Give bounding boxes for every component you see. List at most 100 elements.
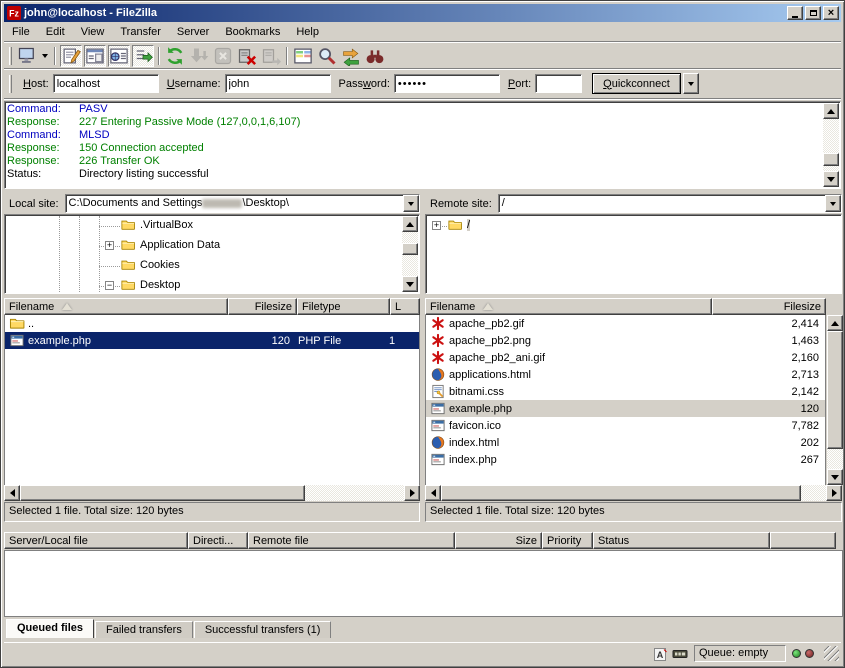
column-header-filename[interactable]: Filename <box>425 298 712 315</box>
remote-list-scrollbar[interactable] <box>827 315 843 485</box>
site-manager-button[interactable] <box>16 45 38 67</box>
tree-item--[interactable]: +/ <box>427 216 840 236</box>
file-row-example-php[interactable]: example.php120PHP File1 <box>5 332 419 349</box>
file-row-index-html[interactable]: index.html202 <box>426 434 825 451</box>
menu-server[interactable]: Server <box>169 24 217 40</box>
scroll-up-button[interactable] <box>823 103 839 119</box>
file-row-apache-pb2-gif[interactable]: apache_pb2.gif2,414 <box>426 315 825 332</box>
queue-body[interactable] <box>4 550 843 617</box>
queue-column-filler[interactable] <box>770 532 836 549</box>
scroll-right-button[interactable] <box>826 485 842 501</box>
file-row-favicon-ico[interactable]: favicon.ico7,782 <box>426 417 825 434</box>
local-site-dropdown-button[interactable] <box>403 195 419 212</box>
scrollbar-thumb[interactable] <box>823 153 839 166</box>
synchronized-browsing-button[interactable] <box>340 45 362 67</box>
tab-failed-transfers[interactable]: Failed transfers <box>95 621 193 638</box>
menu-view[interactable]: View <box>73 24 113 40</box>
toggle-transfer-queue-button[interactable] <box>132 45 154 67</box>
column-header-l[interactable]: L <box>390 298 420 315</box>
find-files-button[interactable] <box>364 45 386 67</box>
tree-item-label[interactable]: Cookies <box>140 259 180 271</box>
filezilla-window: Fz john@localhost - FileZilla × FileEdit… <box>0 0 845 668</box>
tree-item-label[interactable]: / <box>467 219 470 231</box>
maximize-button[interactable] <box>805 6 821 20</box>
toolbar-grip[interactable] <box>9 47 12 65</box>
file-row--[interactable]: .. <box>5 315 419 332</box>
collapse-icon[interactable]: − <box>105 281 114 290</box>
local-file-list: ..example.php120PHP File1 <box>4 315 420 485</box>
scrollbar-thumb[interactable] <box>441 485 801 501</box>
cell-name: index.php <box>426 451 711 468</box>
menu-bookmarks[interactable]: Bookmarks <box>217 24 288 40</box>
remote-site-dropdown-button[interactable] <box>825 195 841 212</box>
tree-item-application-data[interactable]: + Application Data <box>6 236 418 256</box>
directory-comparison-button[interactable] <box>292 45 314 67</box>
quickconnect-dropdown-button[interactable] <box>683 73 699 94</box>
scroll-up-button[interactable] <box>827 315 843 331</box>
refresh-button[interactable] <box>164 45 186 67</box>
expand-icon[interactable]: + <box>105 241 114 250</box>
username-input[interactable] <box>225 74 331 93</box>
local-site-combo[interactable]: C:\Documents and Settings\Desktop\ <box>65 194 420 213</box>
scrollbar-thumb[interactable] <box>20 485 305 501</box>
menu-transfer[interactable]: Transfer <box>112 24 169 40</box>
file-row-apache-pb2-ani-gif[interactable]: apache_pb2_ani.gif2,160 <box>426 349 825 366</box>
queue-column-size[interactable]: Size <box>455 532 542 549</box>
remote-site-combo[interactable]: / <box>498 194 842 213</box>
scroll-left-button[interactable] <box>4 485 20 501</box>
expand-icon[interactable]: + <box>432 221 441 230</box>
tab-successful-transfers-1-[interactable]: Successful transfers (1) <box>194 621 332 638</box>
file-row-bitnami-css[interactable]: bitnami.css2,142 <box>426 383 825 400</box>
file-row-apache-pb2-png[interactable]: apache_pb2.png1,463 <box>426 332 825 349</box>
message-log-scrollbar[interactable] <box>823 103 839 187</box>
port-input[interactable] <box>535 74 582 93</box>
column-header-filesize[interactable]: Filesize <box>712 298 826 315</box>
file-search-button[interactable] <box>316 45 338 67</box>
scrollbar-thumb[interactable] <box>827 331 843 449</box>
close-button[interactable]: × <box>823 6 839 20</box>
queue-column-server-local-file[interactable]: Server/Local file <box>4 532 188 549</box>
queue-column-status[interactable]: Status <box>593 532 770 549</box>
disconnect-button[interactable] <box>236 45 258 67</box>
queue-column-priority[interactable]: Priority <box>542 532 593 549</box>
queue-column-directi-[interactable]: Directi... <box>188 532 248 549</box>
toggle-remote-tree-button[interactable] <box>108 45 130 67</box>
resize-grip[interactable] <box>824 646 839 661</box>
file-row-example-php[interactable]: example.php120 <box>426 400 825 417</box>
quickconnect-button[interactable]: Quickconnect <box>592 73 681 94</box>
remote-list-hscrollbar[interactable] <box>425 485 842 501</box>
scroll-down-button[interactable] <box>402 276 418 292</box>
host-input[interactable] <box>53 74 159 93</box>
file-row-applications-html[interactable]: applications.html2,713 <box>426 366 825 383</box>
site-manager-dropdown[interactable] <box>39 45 51 67</box>
toggle-local-tree-button[interactable] <box>84 45 106 67</box>
tree-item-label[interactable]: .VirtualBox <box>140 219 193 231</box>
queue-column-remote-file[interactable]: Remote file <box>248 532 455 549</box>
local-tree-scrollbar[interactable] <box>402 216 418 292</box>
scrollbar-thumb[interactable] <box>402 243 418 255</box>
file-row-index-php[interactable]: index.php267 <box>426 451 825 468</box>
tree-item-label[interactable]: Application Data <box>140 239 220 251</box>
menu-file[interactable]: File <box>4 24 38 40</box>
menu-help[interactable]: Help <box>288 24 327 40</box>
tree-item-label[interactable]: Desktop <box>140 279 180 291</box>
menu-edit[interactable]: Edit <box>38 24 73 40</box>
column-header-filetype[interactable]: Filetype <box>297 298 390 315</box>
local-list-hscrollbar[interactable] <box>4 485 420 501</box>
toggle-message-log-button[interactable] <box>60 45 82 67</box>
minimize-button[interactable] <box>787 6 803 20</box>
column-header-filename[interactable]: Filename <box>4 298 228 315</box>
scroll-left-button[interactable] <box>425 485 441 501</box>
scroll-right-button[interactable] <box>404 485 420 501</box>
column-header-filesize[interactable]: Filesize <box>228 298 297 315</box>
password-input[interactable] <box>394 74 500 93</box>
quickbar-grip[interactable] <box>9 75 12 93</box>
scroll-down-button[interactable] <box>827 469 843 485</box>
tree-item--virtualbox[interactable]: .VirtualBox <box>6 216 418 236</box>
tree-item-desktop[interactable]: − Desktop <box>6 276 418 292</box>
scroll-up-button[interactable] <box>402 216 418 232</box>
scroll-down-button[interactable] <box>823 171 839 187</box>
tab-queued-files[interactable]: Queued files <box>6 619 94 638</box>
tree-item-cookies[interactable]: Cookies <box>6 256 418 276</box>
toggle-transfer-queue-icon <box>133 46 153 66</box>
